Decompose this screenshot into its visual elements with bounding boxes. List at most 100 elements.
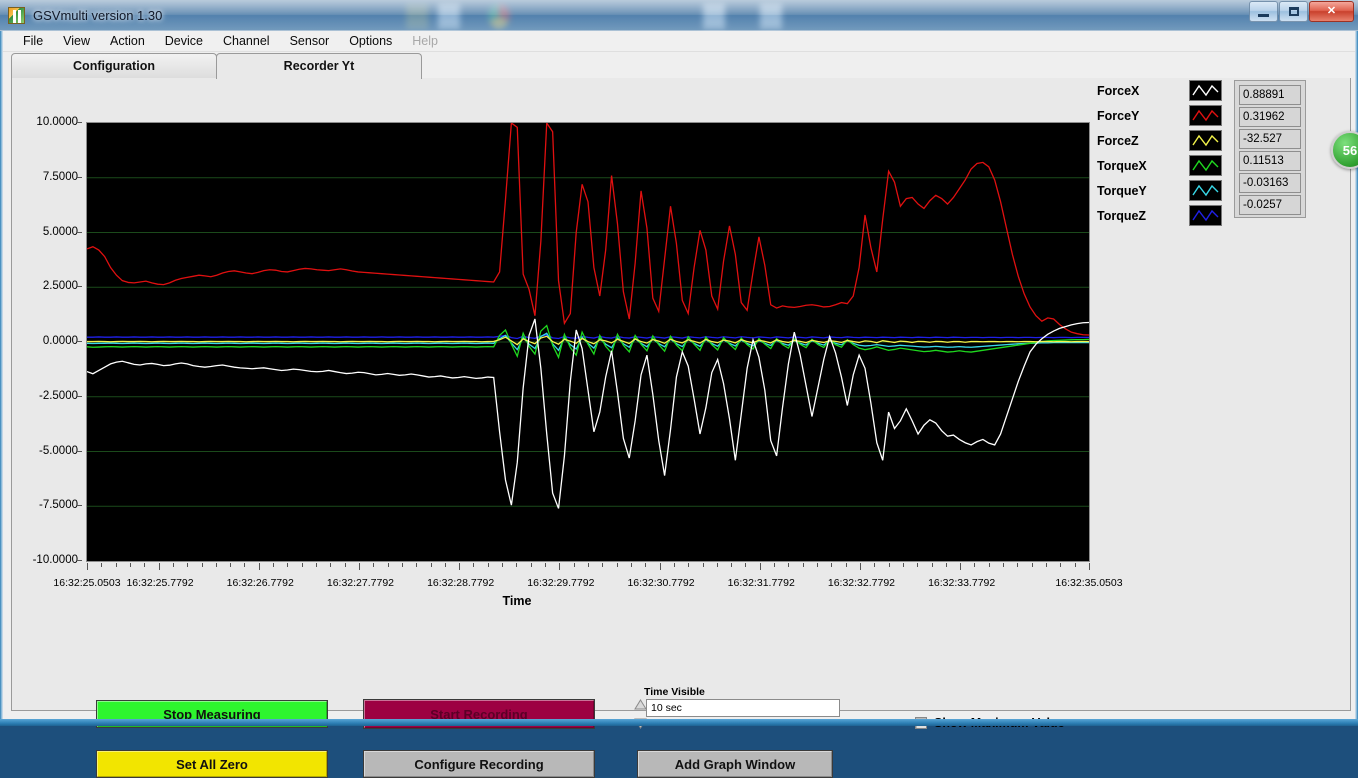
series-line-torquez [87, 335, 1089, 339]
x-axis-tick [745, 563, 746, 567]
x-axis-tick [731, 563, 732, 567]
legend-line-swatch-icon[interactable] [1189, 205, 1222, 226]
set-all-zero-button[interactable]: Set All Zero [96, 750, 328, 778]
y-axis-label: -10.0000 [33, 554, 78, 566]
value-field-torquez[interactable]: -0.0257 [1239, 195, 1301, 215]
legend-line-swatch-icon[interactable] [1189, 130, 1222, 151]
x-axis-tick [302, 563, 303, 567]
legend-line-swatch-icon[interactable] [1189, 105, 1222, 126]
x-axis-tick [660, 563, 661, 570]
legend-label: TorqueY [1097, 184, 1189, 198]
legend-label: ForceX [1097, 84, 1189, 98]
x-axis-tick [216, 563, 217, 567]
y-axis-tick [77, 505, 82, 506]
menu-item-sensor[interactable]: Sensor [280, 32, 340, 50]
x-axis-tick [445, 563, 446, 567]
menu-item-options[interactable]: Options [339, 32, 402, 50]
menu-item-view[interactable]: View [53, 32, 100, 50]
x-axis-title: Time [12, 594, 1022, 608]
y-axis-label: 2.5000 [43, 280, 78, 292]
x-axis-tick [631, 563, 632, 567]
x-axis-tick [431, 563, 432, 567]
menu-item-action[interactable]: Action [100, 32, 155, 50]
legend-line-swatch-icon[interactable] [1189, 80, 1222, 101]
tab-recorder-yt[interactable]: Recorder Yt [216, 53, 422, 79]
x-axis-tick [989, 563, 990, 567]
x-axis-tick [645, 563, 646, 567]
x-axis-tick [817, 563, 818, 567]
maximize-button[interactable] [1279, 1, 1308, 22]
time-visible-control: Time Visible 10 sec [634, 686, 840, 734]
x-axis-tick [516, 563, 517, 567]
x-axis-tick [373, 563, 374, 567]
tab-strip: Configuration Recorder Yt [11, 53, 1351, 79]
minimize-button[interactable] [1249, 1, 1278, 22]
value-field-torquex[interactable]: 0.11513 [1239, 151, 1301, 171]
legend-label: TorqueZ [1097, 209, 1189, 223]
x-axis-tick [788, 563, 789, 567]
x-axis-tick [803, 563, 804, 567]
x-axis-tick [259, 563, 260, 570]
x-axis-tick [273, 563, 274, 567]
x-axis-tick [588, 563, 589, 567]
x-axis-tick [459, 563, 460, 570]
time-visible-input[interactable]: 10 sec [646, 699, 840, 717]
legend-line-swatch-icon[interactable] [1189, 155, 1222, 176]
x-axis-tick [688, 563, 689, 567]
x-axis-tick [87, 563, 88, 570]
application-window: GSVmulti version 1.30 ✕ FileViewActionDe… [0, 0, 1358, 726]
plot-canvas[interactable] [86, 122, 1090, 562]
time-visible-label: Time Visible [644, 686, 705, 698]
value-field-forcey[interactable]: 0.31962 [1239, 107, 1301, 127]
x-axis-label: 16:32:29.7792 [527, 577, 594, 589]
value-field-forcex[interactable]: 0.88891 [1239, 85, 1301, 105]
menu-item-channel[interactable]: Channel [213, 32, 280, 50]
x-axis-tick [946, 563, 947, 567]
x-axis-tick [1075, 563, 1076, 567]
x-axis-tick [473, 563, 474, 567]
menu-item-device[interactable]: Device [155, 32, 213, 50]
x-axis-tick [574, 563, 575, 567]
y-axis-tick [77, 396, 82, 397]
legend-line-swatch-icon[interactable] [1189, 180, 1222, 201]
x-axis-label: 16:32:30.7792 [627, 577, 694, 589]
x-axis-tick [545, 563, 546, 567]
y-axis-tick [77, 232, 82, 233]
legend-label: ForceY [1097, 109, 1189, 123]
x-axis-tick [903, 563, 904, 567]
x-axis-tick [330, 563, 331, 567]
menu-bar: FileViewActionDeviceChannelSensorOptions… [3, 31, 1355, 52]
x-axis-tick [130, 563, 131, 567]
y-axis-label: -5.0000 [39, 445, 78, 457]
x-axis-label: 16:32:35.0503 [1055, 577, 1122, 589]
y-axis-tick [77, 560, 82, 561]
window-border-bottom [0, 719, 1358, 726]
x-axis-tick [230, 563, 231, 567]
value-field-torquey[interactable]: -0.03163 [1239, 173, 1301, 193]
legend-row-torquex: TorqueX [1097, 153, 1222, 178]
x-axis-tick [602, 563, 603, 567]
x-axis-tick [488, 563, 489, 567]
x-axis-tick [1089, 563, 1090, 570]
tab-configuration[interactable]: Configuration [11, 53, 217, 79]
close-button[interactable]: ✕ [1309, 1, 1354, 22]
x-axis-tick [345, 563, 346, 567]
x-axis-tick [287, 563, 288, 567]
configure-recording-button[interactable]: Configure Recording [363, 750, 595, 778]
x-axis-tick [932, 563, 933, 567]
value-field-forcez[interactable]: -32.527 [1239, 129, 1301, 149]
x-axis-tick [617, 563, 618, 567]
x-axis-label: 16:32:25.0503 [53, 577, 120, 589]
legend-row-torquey: TorqueY [1097, 178, 1222, 203]
menu-item-file[interactable]: File [13, 32, 53, 50]
x-axis-tick [917, 563, 918, 567]
x-axis-tick [502, 563, 503, 567]
y-axis-label: 5.0000 [43, 226, 78, 238]
x-axis-tick [388, 563, 389, 567]
x-axis-tick [860, 563, 861, 570]
x-axis-ticks [86, 563, 1092, 577]
title-bar[interactable]: GSVmulti version 1.30 ✕ [0, 0, 1358, 31]
add-graph-window-button[interactable]: Add Graph Window [637, 750, 833, 778]
x-axis-tick [244, 563, 245, 567]
value-display-panel: 0.888910.31962-32.5270.11513-0.03163-0.0… [1234, 80, 1306, 218]
